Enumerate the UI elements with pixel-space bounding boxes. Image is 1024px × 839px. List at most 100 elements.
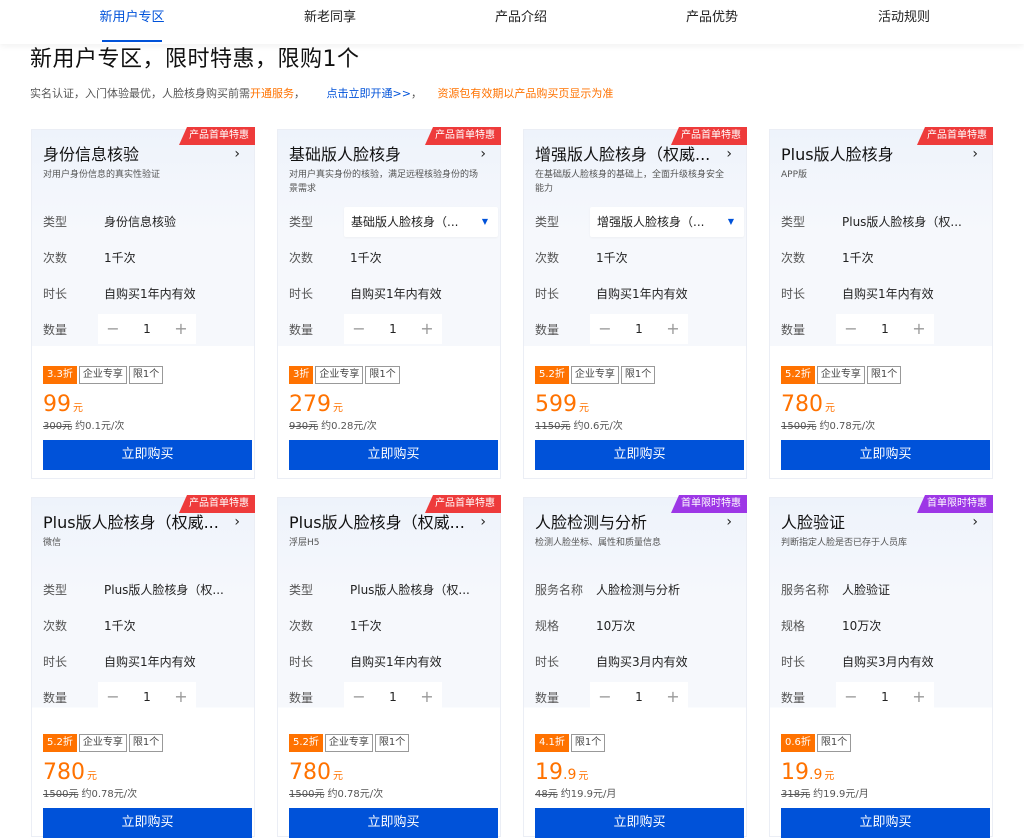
chevron-right-icon[interactable]: › [234,146,240,162]
buy-now-button[interactable]: 立即购买 [289,808,498,838]
quantity-row: 数量 − 1 + [535,314,745,345]
minus-icon[interactable]: − [836,314,866,344]
count-row: 次数 1千次 [289,611,499,641]
chevron-right-icon[interactable]: › [234,514,240,530]
price-unit: 元 [579,403,589,414]
plus-icon[interactable]: + [904,682,934,712]
card-title[interactable]: Plus版人脸核身（权威... [289,511,469,535]
price-value: 599 [535,392,577,417]
minus-icon[interactable]: − [590,682,620,712]
tab-shared[interactable]: 新老同享 [270,0,390,44]
minus-icon[interactable]: − [98,314,128,344]
quantity-value[interactable]: 1 [866,314,904,344]
type-row: 服务名称 人脸检测与分析 [535,575,745,605]
tab-product-intro[interactable]: 产品介绍 [461,0,581,44]
chevron-right-icon[interactable]: › [726,514,732,530]
original-price-value: 300元 [43,421,73,432]
count-label: 次数 [289,619,314,633]
chevron-right-icon[interactable]: › [972,514,978,530]
plus-icon[interactable]: + [412,682,442,712]
minus-icon[interactable]: − [590,314,620,344]
card-title[interactable]: 身份信息核验 [43,143,223,167]
quantity-value[interactable]: 1 [374,314,412,344]
buy-now-button[interactable]: 立即购买 [289,440,498,470]
minus-icon[interactable]: − [344,682,374,712]
tab-activity-rules[interactable]: 活动规则 [844,0,964,44]
quantity-value[interactable]: 1 [620,314,658,344]
card-title[interactable]: 人脸验证 [781,511,961,535]
subtitle-comma-2: ， [410,87,422,100]
card-title[interactable]: Plus版人脸核身（权威... [43,511,223,535]
count-label: 次数 [43,251,68,265]
duration-row: 时长 自购买3月内有效 [535,647,745,677]
original-price-value: 1500元 [289,789,325,800]
minus-icon[interactable]: − [836,682,866,712]
buy-now-button[interactable]: 立即购买 [781,440,990,470]
quantity-stepper: − 1 + [590,314,688,344]
top-nav: 新用户专区 新老同享 产品介绍 产品优势 活动规则 [0,0,1024,44]
plus-icon[interactable]: + [166,314,196,344]
product-card: 产品首单特惠 身份信息核验 › 对用户身份信息的真实性验证 类型 身份信息核验 次… [31,127,255,479]
enterprise-tag: 企业专享 [570,366,619,384]
limit-tag: 限1个 [128,734,164,752]
quantity-value[interactable]: 1 [128,682,166,712]
buy-now-button[interactable]: 立即购买 [43,808,252,838]
chevron-right-icon[interactable]: › [726,146,732,162]
type-select[interactable]: 增强版人脸核身（... ▼ [590,207,744,237]
type-row: 类型 基础版人脸核身（... ▼ [289,207,499,237]
plus-icon[interactable]: + [658,682,688,712]
chevron-right-icon[interactable]: › [480,514,486,530]
card-description: 对用户身份信息的真实性验证 [43,170,161,180]
card-description: 对用户真实身份的核验，满足远程核验身份的场景需求 [289,170,479,194]
type-select[interactable]: 基础版人脸核身（... ▼ [344,207,498,237]
tab-new-user[interactable]: 新用户专区 [72,0,192,44]
type-row: 类型 Plus版人脸核身（权... [43,575,253,605]
duration-label: 时长 [289,287,314,301]
plus-icon[interactable]: + [904,314,934,344]
type-value: 人脸检测与分析 [596,583,681,597]
price-value: 780 [43,760,85,785]
duration-row: 时长 自购买1年内有效 [289,647,499,677]
price-value: 19 [535,760,563,785]
duration-label: 时长 [781,287,806,301]
card-title[interactable]: 增强版人脸核身（权威... [535,143,715,167]
minus-icon[interactable]: − [344,314,374,344]
original-price: 1500元 约0.78元/次 [289,788,383,802]
buy-now-button[interactable]: 立即购买 [535,440,744,470]
buy-now-button[interactable]: 立即购买 [535,808,744,838]
tag-group: 3.3折 企业专享 限1个 [43,366,165,384]
buy-now-button[interactable]: 立即购买 [43,440,252,470]
chevron-right-icon[interactable]: › [972,146,978,162]
card-title[interactable]: 人脸检测与分析 [535,511,715,535]
card-title[interactable]: Plus版人脸核身 [781,143,961,167]
count-label: 规格 [535,619,560,633]
tag-group: 5.2折 企业专享 限1个 [781,366,903,384]
quantity-value[interactable]: 1 [866,682,904,712]
open-now-link[interactable]: 点击立即开通>> [327,87,411,100]
plus-icon[interactable]: + [658,314,688,344]
card-description: 判断指定人脸是否已存于人员库 [781,538,908,548]
unit-price: 约19.9元/月 [813,789,869,800]
quantity-label: 数量 [781,323,806,337]
duration-value: 自购买1年内有效 [350,287,442,301]
minus-icon[interactable]: − [98,682,128,712]
card-description: APP版 [781,170,808,180]
quantity-value[interactable]: 1 [128,314,166,344]
count-value: 1千次 [350,251,382,265]
plus-icon[interactable]: + [166,682,196,712]
plus-icon[interactable]: + [412,314,442,344]
open-service-link[interactable]: 开通服务 [250,87,294,100]
quantity-value[interactable]: 1 [374,682,412,712]
product-card: 产品首单特惠 基础版人脸核身 › 对用户真实身份的核验，满足远程核验身份的场景需… [277,127,501,479]
card-title[interactable]: 基础版人脸核身 [289,143,469,167]
buy-now-button[interactable]: 立即购买 [781,808,990,838]
type-row: 类型 身份信息核验 [43,207,253,237]
chevron-right-icon[interactable]: › [480,146,486,162]
count-label: 规格 [781,619,806,633]
tab-product-advantages[interactable]: 产品优势 [652,0,772,44]
original-price-value: 930元 [289,421,319,432]
count-value: 1千次 [350,619,382,633]
quantity-value[interactable]: 1 [620,682,658,712]
quantity-label: 数量 [781,691,806,705]
original-price-value: 318元 [781,789,811,800]
